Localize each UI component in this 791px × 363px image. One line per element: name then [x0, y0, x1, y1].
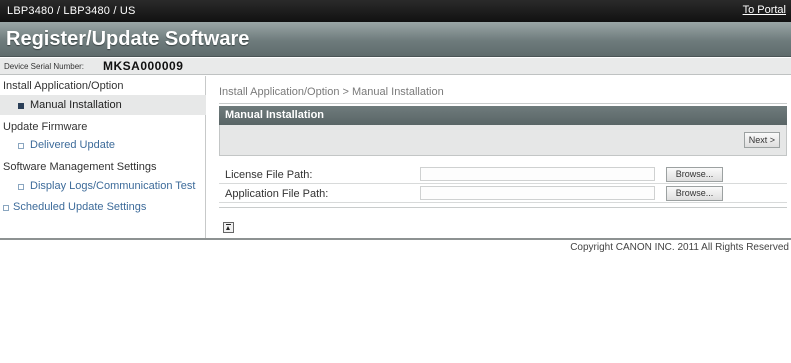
application-browse-button[interactable]: Browse...: [666, 186, 723, 201]
license-browse-button[interactable]: Browse...: [666, 167, 723, 182]
sidebar-item-display-logs[interactable]: Display Logs/Communication Test: [0, 176, 206, 196]
application-file-path-input[interactable]: [420, 186, 655, 200]
sidebar-item-delivered-update[interactable]: Delivered Update: [0, 135, 206, 155]
serial-bar: Device Serial Number: MKSA000009: [0, 58, 791, 75]
sidebar-item-label: Manual Installation: [30, 99, 122, 111]
license-file-label: License File Path:: [225, 169, 313, 181]
sidebar-item-software-management[interactable]: Software Management Settings: [0, 157, 206, 177]
top-bar: LBP3480 / LBP3480 / US To Portal: [0, 0, 791, 22]
sidebar-item-label: Install Application/Option: [3, 80, 124, 92]
sidebar-item-label: Scheduled Update Settings: [13, 201, 147, 213]
breadcrumb: Install Application/Option > Manual Inst…: [219, 86, 444, 98]
to-portal-link[interactable]: To Portal: [743, 4, 786, 16]
sidebar-item-label: Delivered Update: [30, 139, 115, 151]
page-title: Register/Update Software: [6, 28, 250, 50]
panel-body: Next >: [219, 125, 787, 156]
square-bullet-icon: [18, 184, 24, 190]
square-bullet-icon: [3, 205, 9, 211]
sidebar-item-update-firmware[interactable]: Update Firmware: [0, 117, 206, 137]
sidebar-item-label: Software Management Settings: [3, 161, 157, 173]
sidebar-item-label: Update Firmware: [3, 121, 88, 133]
title-bar: Register/Update Software: [0, 22, 791, 57]
panel-header: Manual Installation: [219, 106, 787, 125]
footer-divider: [0, 238, 791, 240]
sidebar-item-scheduled-update[interactable]: Scheduled Update Settings: [0, 197, 206, 217]
divider: [219, 103, 787, 104]
square-bullet-icon: [18, 143, 24, 149]
sidebar: Install Application/Option Manual Instal…: [0, 76, 206, 238]
application-file-label: Application File Path:: [225, 188, 329, 200]
sidebar-item-label: Display Logs/Communication Test: [30, 180, 196, 192]
next-button[interactable]: Next >: [743, 132, 780, 148]
application-file-row: Application File Path: Browse...: [219, 184, 787, 203]
license-file-row: License File Path: Browse...: [219, 165, 787, 184]
copyright-text: Copyright CANON INC. 2011 All Rights Res…: [570, 242, 789, 253]
main-content: Install Application/Option > Manual Inst…: [207, 76, 791, 238]
sidebar-item-manual-installation[interactable]: Manual Installation: [0, 95, 206, 115]
divider: [219, 207, 787, 208]
serial-value: MKSA000009: [103, 59, 184, 73]
device-model: LBP3480 / LBP3480 / US: [7, 5, 136, 17]
license-file-path-input[interactable]: [420, 167, 655, 181]
panel-title: Manual Installation: [225, 109, 325, 121]
serial-label: Device Serial Number:: [4, 62, 85, 71]
square-bullet-icon: [18, 103, 24, 109]
sidebar-item-install-application[interactable]: Install Application/Option: [0, 76, 206, 96]
page-top-icon[interactable]: [223, 222, 234, 233]
